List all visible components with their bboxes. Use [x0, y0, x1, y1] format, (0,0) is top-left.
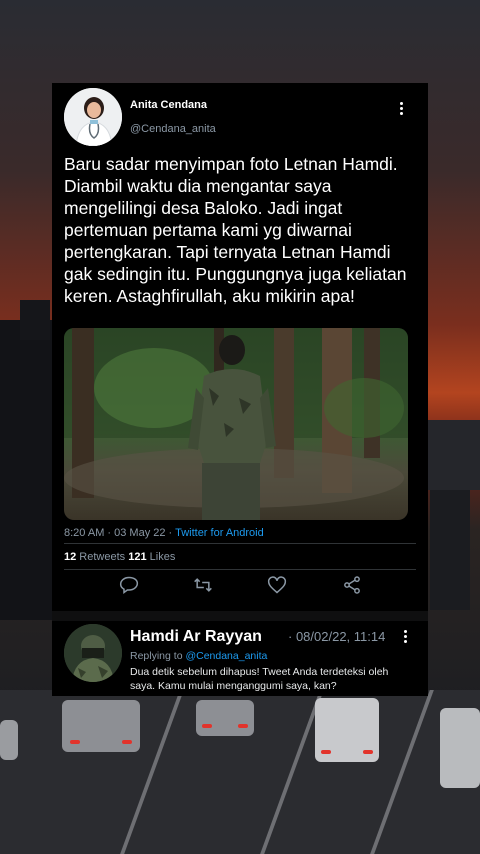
- retweet-icon[interactable]: [192, 575, 216, 599]
- author-name[interactable]: Anita Cendana: [130, 99, 207, 111]
- reply-date: · 08/02/22, 11:14: [288, 629, 386, 644]
- author-handle[interactable]: @Cendana_anita: [130, 123, 216, 135]
- more-options-icon[interactable]: [398, 101, 404, 117]
- background-car: [440, 708, 480, 788]
- share-icon[interactable]: [342, 575, 366, 599]
- reply-separator: [52, 611, 428, 621]
- background-car: [315, 698, 379, 762]
- tweet-photo[interactable]: [64, 328, 408, 520]
- background-building: [428, 420, 480, 490]
- background-building: [430, 490, 470, 610]
- divider: [64, 543, 416, 544]
- tweet-time: 8:20 AM · 03 May 22 ·: [64, 527, 176, 539]
- background-car: [62, 700, 140, 752]
- reply-more-options-icon[interactable]: [402, 629, 408, 645]
- tweet-meta: 8:20 AM · 03 May 22 · Twitter for Androi…: [64, 527, 264, 539]
- background-car: [0, 720, 18, 760]
- reply-text: Dua detik sebelum dihapus! Tweet Anda te…: [130, 666, 389, 692]
- retweets-label: Retweets: [76, 551, 129, 563]
- background-building: [0, 320, 52, 620]
- like-count: 121: [128, 551, 147, 563]
- tweet-source[interactable]: Twitter for Android: [175, 527, 264, 539]
- avatar[interactable]: [64, 88, 122, 146]
- replying-handle[interactable]: @Cendana_anita: [185, 650, 267, 662]
- replying-prefix: Replying to: [130, 650, 186, 662]
- tweet-text: Baru sadar menyimpan foto Letnan Hamdi. …: [64, 154, 407, 306]
- replying-to: Replying to @Cendana_anita: [130, 650, 267, 662]
- retweet-count: 12: [64, 551, 77, 563]
- reply-author-name[interactable]: Hamdi Ar Rayyan: [130, 628, 262, 646]
- divider: [64, 569, 416, 570]
- tweet-card: Anita Cendana @Cendana_anita Baru sadar …: [52, 83, 428, 696]
- likes-label: Likes: [146, 551, 176, 563]
- background-car: [196, 700, 254, 736]
- tweet-actions: [64, 575, 416, 601]
- tweet-stats[interactable]: 12 Retweets 121 Likes: [64, 551, 175, 563]
- background-building: [20, 300, 50, 340]
- reply-icon[interactable]: [119, 575, 143, 599]
- like-icon[interactable]: [267, 575, 291, 599]
- reply-avatar[interactable]: [64, 624, 122, 682]
